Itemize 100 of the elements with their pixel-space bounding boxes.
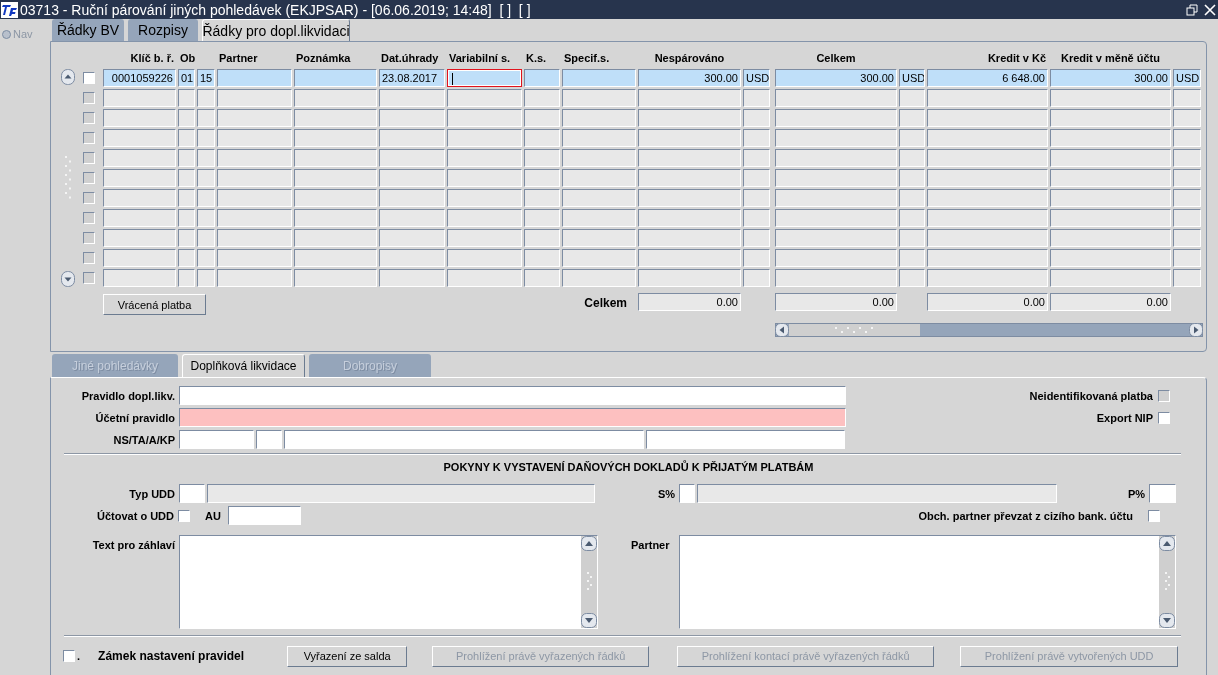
- row-checkbox[interactable]: [83, 152, 95, 164]
- table-cell[interactable]: [103, 89, 176, 107]
- table-cell[interactable]: USD: [899, 69, 925, 87]
- table-cell[interactable]: [775, 189, 897, 207]
- tab[interactable]: Řádky BV: [52, 19, 124, 41]
- table-cell[interactable]: [379, 89, 445, 107]
- table-cell[interactable]: [899, 249, 925, 267]
- table-cell[interactable]: [217, 129, 292, 147]
- table-cell[interactable]: [562, 129, 636, 147]
- table-cell[interactable]: [775, 149, 897, 167]
- restore-icon[interactable]: [1186, 3, 1198, 16]
- table-cell[interactable]: [103, 169, 176, 187]
- table-cell[interactable]: [524, 109, 560, 127]
- table-cell[interactable]: [899, 149, 925, 167]
- table-cell[interactable]: [562, 189, 636, 207]
- table-cell[interactable]: [638, 189, 741, 207]
- table-cell[interactable]: [638, 129, 741, 147]
- table-cell[interactable]: [379, 249, 445, 267]
- table-cell[interactable]: [899, 269, 925, 287]
- table-cell[interactable]: [899, 89, 925, 107]
- table-cell[interactable]: [1050, 149, 1171, 167]
- table-cell[interactable]: [197, 269, 215, 287]
- action-button[interactable]: Vyřazení ze salda: [287, 645, 408, 667]
- table-cell[interactable]: [294, 169, 377, 187]
- table-cell[interactable]: [1050, 169, 1171, 187]
- table-cell[interactable]: [638, 209, 741, 227]
- table-cell[interactable]: [217, 149, 292, 167]
- table-cell[interactable]: [447, 189, 522, 207]
- table-cell[interactable]: [927, 89, 1048, 107]
- table-cell[interactable]: [1050, 129, 1171, 147]
- table-cell[interactable]: [775, 249, 897, 267]
- table-cell[interactable]: [524, 149, 560, 167]
- table-cell[interactable]: [927, 169, 1048, 187]
- table-cell[interactable]: [197, 129, 215, 147]
- table-cell[interactable]: [178, 89, 195, 107]
- checkbox[interactable]: [1158, 411, 1170, 424]
- table-cell[interactable]: [743, 129, 770, 147]
- table-cell[interactable]: [524, 89, 560, 107]
- table-cell[interactable]: [1173, 209, 1201, 227]
- row-checkbox[interactable]: [83, 272, 95, 284]
- returned-payment-button[interactable]: Vrácená platba: [103, 294, 206, 315]
- table-cell[interactable]: [197, 189, 215, 207]
- row-checkbox[interactable]: [83, 112, 95, 124]
- scroll-grip-icon[interactable]: [64, 155, 72, 201]
- table-cell[interactable]: [927, 149, 1048, 167]
- table-cell[interactable]: [1050, 209, 1171, 227]
- table-cell[interactable]: [379, 129, 445, 147]
- table-cell[interactable]: [217, 109, 292, 127]
- table-cell[interactable]: [899, 229, 925, 247]
- input-field[interactable]: [1149, 484, 1176, 503]
- table-cell[interactable]: [1173, 269, 1201, 287]
- table-cell[interactable]: [178, 229, 195, 247]
- row-checkbox[interactable]: [83, 172, 95, 184]
- table-cell[interactable]: [294, 269, 377, 287]
- input-field[interactable]: [179, 430, 254, 449]
- table-cell[interactable]: [562, 149, 636, 167]
- table-cell[interactable]: [524, 129, 560, 147]
- table-cell[interactable]: [217, 229, 292, 247]
- row-checkbox[interactable]: [83, 92, 95, 104]
- table-cell[interactable]: [294, 149, 377, 167]
- table-cell[interactable]: [1050, 109, 1171, 127]
- input-field[interactable]: [179, 386, 846, 405]
- table-cell[interactable]: [217, 249, 292, 267]
- row-checkbox[interactable]: [83, 132, 95, 144]
- table-cell[interactable]: [562, 249, 636, 267]
- table-cell[interactable]: [1173, 129, 1201, 147]
- table-cell[interactable]: 15: [197, 69, 215, 87]
- table-cell[interactable]: [379, 189, 445, 207]
- input-field[interactable]: [646, 430, 845, 449]
- table-cell[interactable]: [743, 169, 770, 187]
- table-cell[interactable]: [103, 189, 176, 207]
- table-cell[interactable]: [927, 109, 1048, 127]
- table-cell[interactable]: [447, 109, 522, 127]
- table-cell[interactable]: [379, 169, 445, 187]
- table-cell[interactable]: [379, 209, 445, 227]
- table-cell[interactable]: [1173, 89, 1201, 107]
- table-cell[interactable]: 300.00: [1050, 69, 1171, 87]
- input-field[interactable]: [227, 506, 301, 525]
- table-cell[interactable]: [638, 89, 741, 107]
- table-cell[interactable]: [743, 249, 770, 267]
- lock-checkbox[interactable]: [63, 650, 75, 662]
- table-cell[interactable]: [743, 229, 770, 247]
- table-cell[interactable]: [178, 149, 195, 167]
- table-cell[interactable]: [447, 209, 522, 227]
- table-cell[interactable]: [447, 169, 522, 187]
- table-cell[interactable]: [638, 249, 741, 267]
- table-cell[interactable]: [197, 149, 215, 167]
- table-cell[interactable]: [524, 249, 560, 267]
- table-cell[interactable]: USD: [1173, 69, 1201, 87]
- table-cell[interactable]: [899, 109, 925, 127]
- table-cell[interactable]: [562, 69, 636, 87]
- row-checkbox[interactable]: [83, 72, 95, 84]
- row-checkbox[interactable]: [83, 232, 95, 244]
- table-cell[interactable]: [294, 209, 377, 227]
- table-cell[interactable]: [178, 129, 195, 147]
- row-checkbox[interactable]: [83, 192, 95, 204]
- table-cell[interactable]: [217, 209, 292, 227]
- table-cell[interactable]: [197, 249, 215, 267]
- table-cell[interactable]: [178, 189, 195, 207]
- row-checkbox[interactable]: [83, 212, 95, 224]
